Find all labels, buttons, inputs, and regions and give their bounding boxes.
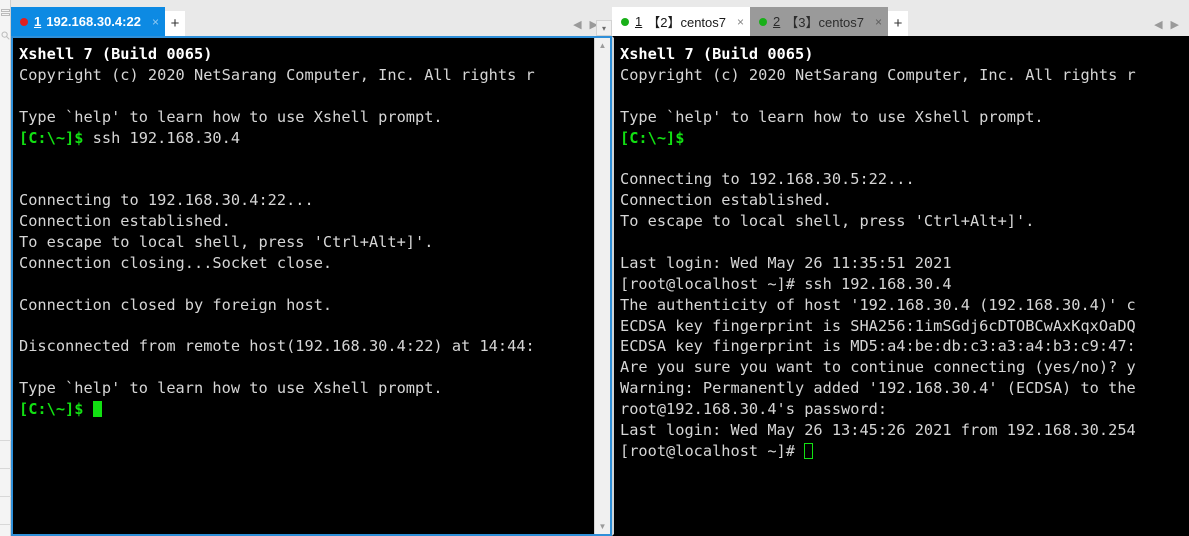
tab-close-icon[interactable]: × xyxy=(737,16,744,28)
left-pane: 1 192.168.30.4:22 × + ◀ ▶ ▾ Xshell 7 (Bu… xyxy=(11,0,612,536)
terminal-line: ECDSA key fingerprint is MD5:a4:be:db:c3… xyxy=(620,337,1136,356)
scroll-up-icon[interactable]: ▲ xyxy=(595,38,610,53)
terminal-line: Connecting to 192.168.30.5:22... xyxy=(620,170,915,189)
terminal-line: To escape to local shell, press 'Ctrl+Al… xyxy=(620,212,1035,231)
terminal-line: Connection closed by foreign host. xyxy=(19,295,333,314)
xshell-window: 1 192.168.30.4:22 × + ◀ ▶ ▾ Xshell 7 (Bu… xyxy=(0,0,1189,536)
left-terminal-scrollbar[interactable]: ▲ ▼ xyxy=(594,38,610,534)
strip-divider xyxy=(0,468,11,469)
tab-scroll-left-icon[interactable]: ◀ xyxy=(1154,18,1162,31)
terminal-line: [root@localhost ~]# xyxy=(620,441,1187,462)
terminal-line: [C:\~]$ xyxy=(19,399,594,420)
terminal-line: Copyright (c) 2020 NetSarang Computer, I… xyxy=(620,65,1136,84)
terminal-line: Connecting to 192.168.30.4:22... xyxy=(19,191,314,210)
tab-192-168-30-4-22[interactable]: 1 192.168.30.4:22 × xyxy=(11,7,165,36)
tab-number: 2 xyxy=(773,14,781,29)
terminal-line: Connection established. xyxy=(620,191,832,210)
tab-status-dot xyxy=(20,17,28,26)
new-tab-button[interactable]: + xyxy=(888,11,909,36)
terminal-line: Type `help' to learn how to use Xshell p… xyxy=(19,379,443,398)
tab-close-icon[interactable]: × xyxy=(152,16,159,28)
tabbar-chevron-down-icon[interactable]: ▾ xyxy=(596,20,612,36)
right-pane: 1 【2】centos7 × 2 【3】centos7 × + ◀ ▶ Xshe… xyxy=(612,0,1189,536)
tab-label: 192.168.30.4:22 xyxy=(46,14,141,29)
terminal-line: Xshell 7 (Build 0065) xyxy=(620,45,814,63)
terminal-line: [C:\~]$ ssh 192.168.30.4 xyxy=(19,128,241,147)
terminal-line: Xshell 7 (Build 0065) xyxy=(19,45,213,63)
right-tab-scroll-controls: ◀ ▶ xyxy=(1154,18,1179,31)
shell-prompt: [C:\~]$ xyxy=(620,128,685,147)
terminal-line: Last login: Wed May 26 11:35:51 2021 xyxy=(620,253,952,272)
terminal-cursor xyxy=(92,401,102,418)
strip-divider xyxy=(0,440,11,441)
left-terminal-output[interactable]: Xshell 7 (Build 0065) Copyright (c) 2020 … xyxy=(13,38,594,534)
terminal-line: The authenticity of host '192.168.30.4 (… xyxy=(620,295,1136,314)
left-sidebar-strip[interactable] xyxy=(0,0,11,536)
terminal-line: [root@localhost ~]# ssh 192.168.30.4 xyxy=(620,274,952,293)
strip-divider xyxy=(0,524,11,525)
new-tab-button[interactable]: + xyxy=(164,11,185,36)
terminal-line: root@192.168.30.4's password: xyxy=(620,400,888,419)
terminal-line: Copyright (c) 2020 NetSarang Computer, I… xyxy=(19,65,535,84)
left-terminal-frame: Xshell 7 (Build 0065) Copyright (c) 2020 … xyxy=(11,36,612,536)
tab-status-dot xyxy=(759,17,768,26)
terminal-line: ECDSA key fingerprint is SHA256:1imSGdj6… xyxy=(620,316,1136,335)
terminal-line: Warning: Permanently added '192.168.30.4… xyxy=(620,379,1136,398)
terminal-line: To escape to local shell, press 'Ctrl+Al… xyxy=(19,233,434,252)
tab-scroll-right-icon[interactable]: ▶ xyxy=(1171,18,1179,31)
right-terminal-output[interactable]: Xshell 7 (Build 0065) Copyright (c) 2020 … xyxy=(614,38,1187,534)
scroll-down-icon[interactable]: ▼ xyxy=(595,519,610,534)
strip-divider xyxy=(0,496,11,497)
terminal-line: Disconnected from remote host(192.168.30… xyxy=(19,337,535,356)
session-manager-icon[interactable] xyxy=(1,5,10,16)
terminal-line: Are you sure you want to continue connec… xyxy=(620,358,1136,377)
right-terminal-frame: Xshell 7 (Build 0065) Copyright (c) 2020 … xyxy=(612,36,1189,536)
terminal-line: Last login: Wed May 26 13:45:26 2021 fro… xyxy=(620,421,1136,440)
right-tab-bar: 1 【2】centos7 × 2 【3】centos7 × + ◀ ▶ xyxy=(612,0,1189,36)
terminal-line: Connection established. xyxy=(19,212,231,231)
terminal-line: Type `help' to learn how to use Xshell p… xyxy=(19,107,443,126)
left-tab-scroll-controls: ◀ ▶ xyxy=(573,18,598,31)
shell-prompt: [C:\~]$ xyxy=(19,128,84,147)
tab-number: 1 xyxy=(635,14,643,29)
shell-prompt: [C:\~]$ xyxy=(19,400,84,419)
tab-number: 1 xyxy=(34,14,42,29)
terminal-cursor xyxy=(804,442,814,459)
tab-centos7-3[interactable]: 2 【3】centos7 × xyxy=(750,7,889,36)
terminal-line: Connection closing...Socket close. xyxy=(19,253,333,272)
terminal-line: [C:\~]$ xyxy=(620,128,1187,149)
tab-centos7-2[interactable]: 1 【2】centos7 × xyxy=(612,7,751,36)
left-tab-bar: 1 192.168.30.4:22 × + ◀ ▶ ▾ xyxy=(11,0,612,36)
tab-label: 【2】centos7 xyxy=(647,15,726,30)
terminal-line: Type `help' to learn how to use Xshell p… xyxy=(620,107,1044,126)
tab-scroll-left-icon[interactable]: ◀ xyxy=(573,18,581,31)
search-icon[interactable] xyxy=(1,27,10,40)
tab-close-icon[interactable]: × xyxy=(875,16,882,28)
tab-status-dot xyxy=(621,17,629,26)
tab-label: 【3】centos7 xyxy=(785,15,865,30)
